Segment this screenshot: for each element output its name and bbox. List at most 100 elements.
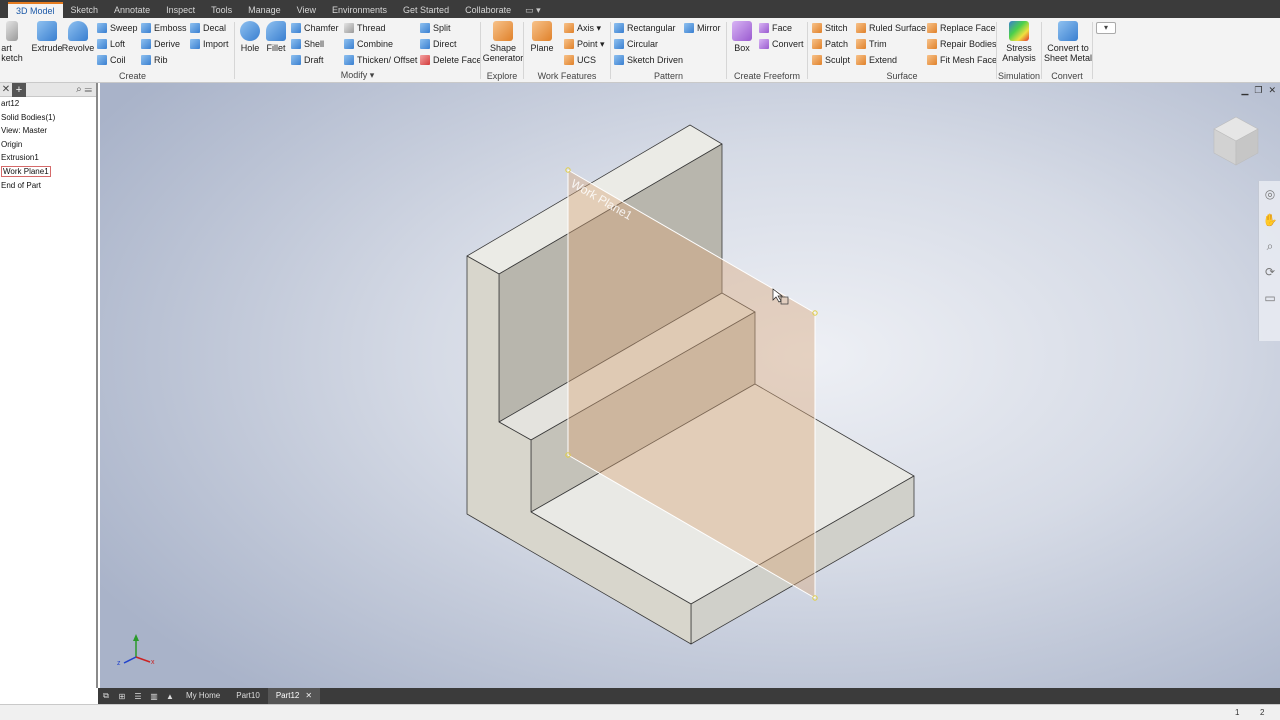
thread-button[interactable]: Thread bbox=[344, 21, 386, 35]
decal-button[interactable]: Decal bbox=[190, 21, 226, 35]
look-at-icon[interactable]: ▭ bbox=[1259, 285, 1280, 311]
ribbon-tab-bar: 3D Model Sketch Annotate Inspect Tools M… bbox=[0, 0, 1280, 18]
tree-item-end-of-part[interactable]: End of Part bbox=[0, 179, 96, 193]
tab-3d-model[interactable]: 3D Model bbox=[8, 2, 63, 18]
browser-search-menu[interactable]: ⌕ ☰ bbox=[76, 84, 92, 95]
ribbon-display-menu[interactable]: ▭ ▾ bbox=[525, 2, 541, 18]
draft-button[interactable]: Draft bbox=[291, 53, 324, 67]
emboss-button[interactable]: Emboss bbox=[141, 21, 187, 35]
hole-button[interactable]: Hole bbox=[237, 21, 263, 53]
tab-inspect[interactable]: Inspect bbox=[158, 2, 203, 18]
cascade-icon[interactable]: ⧉ bbox=[98, 691, 114, 701]
tab-environments[interactable]: Environments bbox=[324, 2, 395, 18]
box-button[interactable]: Box bbox=[730, 21, 754, 53]
tab-annotate[interactable]: Annotate bbox=[106, 2, 158, 18]
direct-button[interactable]: Direct bbox=[420, 37, 457, 51]
fillet-button[interactable]: Fillet bbox=[263, 21, 289, 53]
tile-icon[interactable]: ⊞ bbox=[114, 692, 130, 701]
fillet-icon bbox=[266, 21, 286, 41]
tree-item-part[interactable]: art12 bbox=[0, 97, 96, 111]
ucs-button[interactable]: UCS bbox=[564, 53, 596, 67]
zoom-icon[interactable]: ⌕ bbox=[1259, 233, 1280, 259]
loft-icon bbox=[97, 39, 107, 49]
tree-item-label: Extrusion1 bbox=[1, 153, 39, 163]
tile-horizontal-icon[interactable]: ☰ bbox=[130, 692, 146, 701]
point-button[interactable]: Point ▾ bbox=[564, 37, 605, 51]
tab-tools[interactable]: Tools bbox=[203, 2, 240, 18]
convert-icon bbox=[759, 39, 769, 49]
shape-generator-button[interactable]: Shape Generator bbox=[483, 21, 523, 63]
pan-icon[interactable]: ✋ bbox=[1259, 207, 1280, 233]
delete-face-button[interactable]: Delete Face bbox=[420, 53, 482, 67]
extrude-button[interactable]: Extrude bbox=[31, 21, 63, 53]
restore-icon[interactable]: ❐ bbox=[1254, 85, 1262, 96]
viewcube[interactable] bbox=[1208, 113, 1264, 169]
import-button[interactable]: Import bbox=[190, 37, 229, 51]
patch-button[interactable]: Patch bbox=[812, 37, 848, 51]
minimize-icon[interactable]: ▁ bbox=[1241, 85, 1248, 96]
doc-tab-part12[interactable]: Part12 ✕ bbox=[267, 688, 321, 704]
fit-mesh-face-button[interactable]: Fit Mesh Face bbox=[927, 53, 997, 67]
combine-label: Combine bbox=[357, 39, 394, 49]
ribbon: art ketch Extrude Revolve Sweep Loft Coi… bbox=[0, 18, 1280, 83]
tree-item-work-plane1[interactable]: Work Plane1 bbox=[0, 165, 96, 179]
graphics-viewport[interactable]: Work Plane1 x z ▁ ❐ ✕ ◎ ✋ ⌕ ⟳ ▭ bbox=[100, 83, 1280, 688]
modify-panel-label[interactable]: Modify ▾ bbox=[235, 70, 480, 81]
tree-item-solid-bodies[interactable]: Solid Bodies(1) bbox=[0, 111, 96, 125]
ribbon-options-dropdown[interactable]: ▾ bbox=[1096, 22, 1116, 34]
circular-pattern-button[interactable]: Circular bbox=[614, 37, 658, 51]
tree-item-extrusion1[interactable]: Extrusion1 bbox=[0, 151, 96, 165]
loft-button[interactable]: Loft bbox=[97, 37, 125, 51]
thicken-offset-button[interactable]: Thicken/ Offset bbox=[344, 53, 417, 67]
tab-sketch[interactable]: Sketch bbox=[63, 2, 107, 18]
plane-button[interactable]: Plane bbox=[528, 21, 556, 53]
extend-button[interactable]: Extend bbox=[856, 53, 897, 67]
replace-face-button[interactable]: Replace Face bbox=[927, 21, 996, 35]
sweep-button[interactable]: Sweep bbox=[97, 21, 138, 35]
derive-button[interactable]: Derive bbox=[141, 37, 180, 51]
face-button[interactable]: Face bbox=[759, 21, 792, 35]
import-icon bbox=[190, 39, 200, 49]
convert-to-sheet-metal-button[interactable]: Convert to Sheet Metal bbox=[1044, 21, 1092, 63]
doc-tab-part10[interactable]: Part10 bbox=[228, 688, 268, 704]
sketch-driven-pattern-button[interactable]: Sketch Driven bbox=[614, 53, 683, 67]
repair-bodies-button[interactable]: Repair Bodies bbox=[927, 37, 997, 51]
mirror-button[interactable]: Mirror bbox=[684, 21, 721, 35]
axis-triad-icon: x z bbox=[117, 634, 155, 667]
sculpt-button[interactable]: Sculpt bbox=[812, 53, 850, 67]
model-scene[interactable]: Work Plane1 x z bbox=[100, 83, 1280, 688]
ruled-surface-button[interactable]: Ruled Surface bbox=[856, 21, 926, 35]
sheet-metal-icon bbox=[1058, 21, 1078, 41]
steering-wheel-icon[interactable]: ◎ bbox=[1259, 181, 1280, 207]
orbit-icon[interactable]: ⟳ bbox=[1259, 259, 1280, 285]
rectangular-pattern-button[interactable]: Rectangular bbox=[614, 21, 676, 35]
tree-item-origin[interactable]: Origin bbox=[0, 138, 96, 152]
close-icon[interactable]: ✕ bbox=[0, 84, 12, 95]
trim-button[interactable]: Trim bbox=[856, 37, 887, 51]
combine-button[interactable]: Combine bbox=[344, 37, 393, 51]
tab-list-icon[interactable]: ▲ bbox=[162, 692, 178, 701]
revolve-button[interactable]: Revolve bbox=[62, 21, 94, 53]
coil-button[interactable]: Coil bbox=[97, 53, 126, 67]
tab-get-started[interactable]: Get Started bbox=[395, 2, 457, 18]
doc-tab-my-home[interactable]: My Home bbox=[178, 688, 228, 704]
tree-item-view[interactable]: View: Master bbox=[0, 124, 96, 138]
convert-button[interactable]: Convert bbox=[759, 37, 804, 51]
tab-collaborate[interactable]: Collaborate bbox=[457, 2, 519, 18]
stitch-button[interactable]: Stitch bbox=[812, 21, 848, 35]
start-sketch-button[interactable]: art ketch bbox=[0, 21, 24, 63]
rib-button[interactable]: Rib bbox=[141, 53, 168, 67]
tab-manage[interactable]: Manage bbox=[240, 2, 289, 18]
sketch-driven-icon bbox=[614, 55, 624, 65]
tile-vertical-icon[interactable]: ▥ bbox=[146, 692, 162, 701]
close-icon[interactable]: ✕ bbox=[305, 691, 312, 700]
close-icon[interactable]: ✕ bbox=[1268, 85, 1276, 96]
add-panel-button[interactable]: + bbox=[12, 82, 26, 97]
tab-view[interactable]: View bbox=[289, 2, 324, 18]
shell-button[interactable]: Shell bbox=[291, 37, 324, 51]
stress-analysis-button[interactable]: Stress Analysis bbox=[999, 21, 1039, 63]
axis-button[interactable]: Axis ▾ bbox=[564, 21, 601, 35]
split-button[interactable]: Split bbox=[420, 21, 451, 35]
chamfer-button[interactable]: Chamfer bbox=[291, 21, 339, 35]
delete-face-icon bbox=[420, 55, 430, 65]
